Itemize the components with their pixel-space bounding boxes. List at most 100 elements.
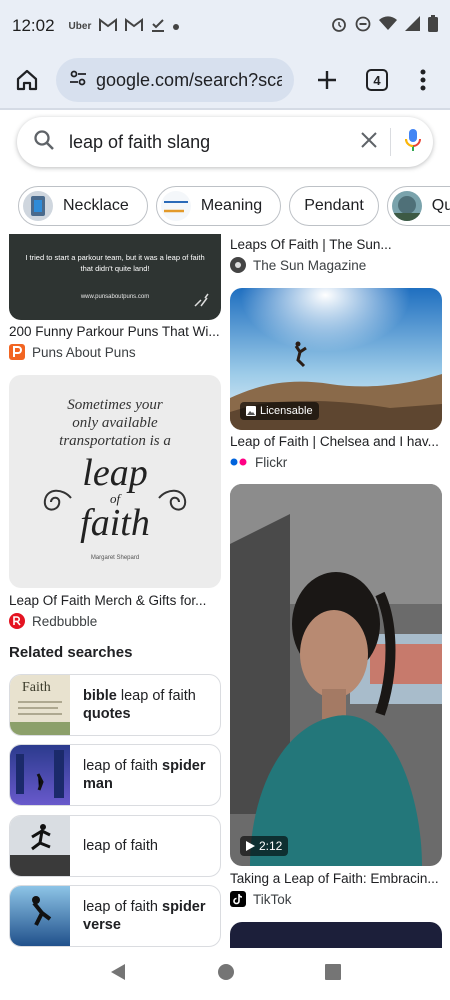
chip-meaning[interactable]: Meaning (155, 186, 282, 226)
speed-lines-icon (194, 293, 209, 307)
sun-magazine-icon (230, 257, 246, 273)
result-title[interactable]: Leap of Faith | Chelsea and I hav... (230, 434, 442, 449)
refinement-chips: Necklace Meaning Pendant Quote (18, 186, 450, 226)
related-search-label: leap of faith spider man (83, 758, 206, 792)
dot-icon (173, 19, 180, 33)
home-button[interactable] (8, 60, 46, 100)
quote-line: transportation is a (59, 433, 171, 449)
quote-line: Sometimes your (67, 397, 163, 413)
more-vert-icon (420, 69, 426, 91)
result-image-flickr[interactable]: Licensable (230, 288, 442, 430)
search-input[interactable] (69, 131, 360, 153)
tiktok-icon (230, 891, 246, 907)
address-bar[interactable]: google.com/search?sca_ (56, 58, 294, 102)
back-button[interactable] (109, 963, 127, 986)
status-bar: 12:02 Uber (0, 0, 450, 52)
search-box (17, 117, 433, 167)
chip-label: Quote (431, 197, 450, 214)
related-searches-heading: Related searches (9, 644, 133, 661)
new-tab-button[interactable] (308, 60, 346, 100)
chip-thumbnail (391, 191, 422, 221)
result-source[interactable]: Flickr (230, 454, 287, 470)
tab-switcher-button[interactable]: 4 (358, 60, 396, 100)
flourish-right (158, 489, 187, 511)
related-search-label: leap of faith spider verse (83, 899, 206, 933)
system-icons (331, 15, 438, 37)
related-search-item[interactable]: leap of faith spider verse (9, 885, 221, 947)
video-duration-badge: 2:12 (240, 836, 289, 856)
source-name: Redbubble (32, 613, 98, 629)
source-name: Puns About Puns (32, 344, 136, 360)
source-name: TikTok (253, 891, 292, 907)
licensable-badge: Licensable (240, 402, 319, 420)
parkour-image-text: I tried to start a parkour team, but it … (25, 253, 205, 273)
chip-thumbnail (23, 191, 53, 221)
related-search-label: bible leap of faith quotes (83, 688, 196, 722)
circle-home-icon (218, 963, 234, 980)
result-source[interactable]: Puns About Puns (9, 344, 136, 360)
related-search-item[interactable]: leap of faith spider man (9, 744, 221, 806)
result-source[interactable]: Redbubble (9, 613, 97, 629)
result-title[interactable]: 200 Funny Parkour Puns That Wi... (9, 324, 221, 339)
related-thumbnail (10, 886, 70, 946)
toolbar-divider (0, 108, 450, 110)
redbubble-icon (9, 613, 25, 629)
related-search-item[interactable]: leap of faith (9, 815, 221, 877)
url-text: google.com/search?sca_ (96, 69, 282, 90)
result-image-redbubble[interactable]: Sometimes your only available transporta… (9, 375, 221, 588)
home-icon (16, 69, 38, 91)
site-settings-icon[interactable] (68, 68, 88, 93)
source-name: The Sun Magazine (253, 257, 367, 273)
quote-author: Margaret Shepard (90, 555, 140, 561)
result-title[interactable]: Leap Of Faith Merch & Gifts for... (9, 593, 221, 608)
related-thumbnail: Faith (10, 675, 70, 735)
download-done-icon (151, 18, 165, 35)
parkour-image-url: www.punsaboutpuns.com (80, 294, 150, 300)
result-source[interactable]: TikTok (230, 891, 292, 907)
recents-button[interactable] (325, 963, 341, 985)
related-thumbnail (10, 745, 70, 805)
menu-button[interactable] (404, 60, 442, 100)
tab-count: 4 (366, 69, 388, 91)
chip-pendant[interactable]: Pendant (289, 186, 379, 226)
search-icon[interactable] (33, 129, 55, 156)
puns-about-puns-icon (9, 344, 25, 360)
quote-line: only available (72, 415, 158, 431)
uber-icon: Uber (68, 20, 92, 32)
result-title[interactable]: Taking a Leap of Faith: Embracin... (230, 871, 442, 886)
chip-label: Meaning (200, 197, 263, 214)
home-nav-button[interactable] (217, 963, 235, 986)
related-thumbnail (10, 816, 70, 876)
result-source[interactable]: The Sun Magazine (230, 257, 366, 273)
square-recents-icon (325, 963, 341, 980)
flourish-left (43, 489, 72, 511)
image-results: I tried to start a parkour team, but it … (0, 234, 450, 948)
system-nav-bar (0, 948, 450, 1000)
result-video-tiktok[interactable]: 2:12 (230, 484, 442, 866)
back-icon (111, 963, 125, 980)
result-title[interactable]: Leaps Of Faith | The Sun... (230, 237, 442, 252)
play-icon (246, 841, 255, 851)
clear-icon[interactable] (360, 131, 378, 154)
gmail-icon (99, 17, 118, 35)
microphone-icon[interactable] (405, 128, 421, 157)
signal-icon (405, 16, 420, 36)
related-search-item[interactable]: Faith bible leap of faith quotes (9, 674, 221, 736)
chip-necklace[interactable]: Necklace (18, 186, 148, 226)
battery-icon (428, 15, 438, 37)
chip-thumbnail (160, 191, 191, 221)
chip-label: Pendant (304, 197, 364, 214)
alarm-icon (331, 16, 347, 37)
chip-quote[interactable]: Quote (386, 186, 450, 226)
browser-toolbar: google.com/search?sca_ 4 (0, 52, 450, 108)
plus-icon (318, 71, 336, 89)
do-not-disturb-icon (355, 16, 371, 37)
notification-icons: Uber (68, 17, 180, 35)
image-icon (246, 406, 256, 416)
gmail-icon (125, 17, 144, 35)
flickr-icon (230, 454, 248, 470)
result-image-parkour[interactable]: I tried to start a parkour team, but it … (9, 234, 221, 320)
status-time: 12:02 (12, 16, 55, 35)
search-divider (390, 128, 391, 156)
result-image-next[interactable] (230, 922, 442, 948)
